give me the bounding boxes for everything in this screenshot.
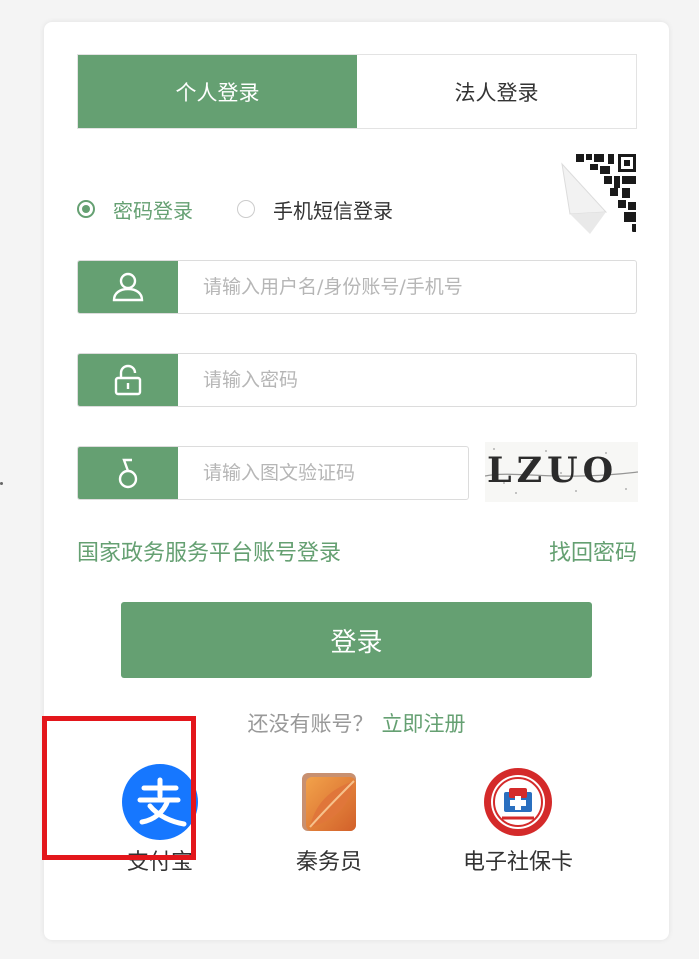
links-row: 国家政务服务平台账号登录 找回密码 (77, 535, 637, 567)
qinwuyuan-login[interactable]: 秦务员 (291, 764, 367, 876)
stray-dot (0, 482, 3, 485)
social-security-card-label: 电子社保卡 (463, 850, 574, 875)
qr-code-icon[interactable] (550, 152, 638, 237)
qinwuyuan-label: 秦务员 (295, 850, 362, 875)
mode-password-label: 密码登录 (113, 198, 193, 223)
login-button[interactable]: 登录 (121, 602, 592, 678)
social-security-card-login[interactable]: 电子社保卡 (463, 764, 573, 876)
password-input[interactable] (178, 354, 636, 406)
username-input[interactable] (178, 261, 636, 313)
password-field (77, 353, 637, 407)
mode-password-login[interactable]: 密码登录 (77, 195, 193, 224)
login-tabs: 个人登录 法人登录 (77, 54, 637, 129)
login-card: 个人登录 法人登录 密码登录 手机短信登录 请输入用户名/身份账号/手机号 请输… (44, 22, 669, 940)
login-mode-options: 密码登录 手机短信登录 (77, 195, 437, 223)
register-question: 还没有账号？ (247, 712, 374, 736)
username-field (77, 260, 637, 314)
gov-platform-login-link[interactable]: 国家政务服务平台账号登录 (77, 535, 341, 567)
captcha-text: LZUO (487, 450, 619, 491)
alipay-login[interactable]: 支付宝 (122, 764, 198, 876)
register-row: 还没有账号？ 立即注册 (44, 708, 669, 738)
mode-sms-login[interactable]: 手机短信登录 (237, 195, 393, 224)
social-security-card-icon (480, 764, 556, 840)
radio-checked-icon[interactable] (77, 200, 95, 218)
key-icon (78, 447, 178, 499)
alipay-label: 支付宝 (126, 850, 193, 875)
forgot-password-link[interactable]: 找回密码 (549, 535, 637, 567)
lock-icon (78, 354, 178, 406)
tab-personal-login[interactable]: 个人登录 (78, 55, 357, 128)
tab-legal-login[interactable]: 法人登录 (357, 55, 636, 128)
user-icon (78, 261, 178, 313)
captcha-image[interactable]: LZUO (485, 442, 638, 502)
captcha-field (77, 446, 469, 500)
alipay-icon (122, 764, 198, 840)
radio-unchecked-icon[interactable] (237, 200, 255, 218)
captcha-input[interactable] (178, 447, 468, 499)
mode-sms-label: 手机短信登录 (273, 198, 393, 223)
register-link[interactable]: 立即注册 (382, 712, 466, 736)
qinwuyuan-icon (291, 764, 367, 840)
